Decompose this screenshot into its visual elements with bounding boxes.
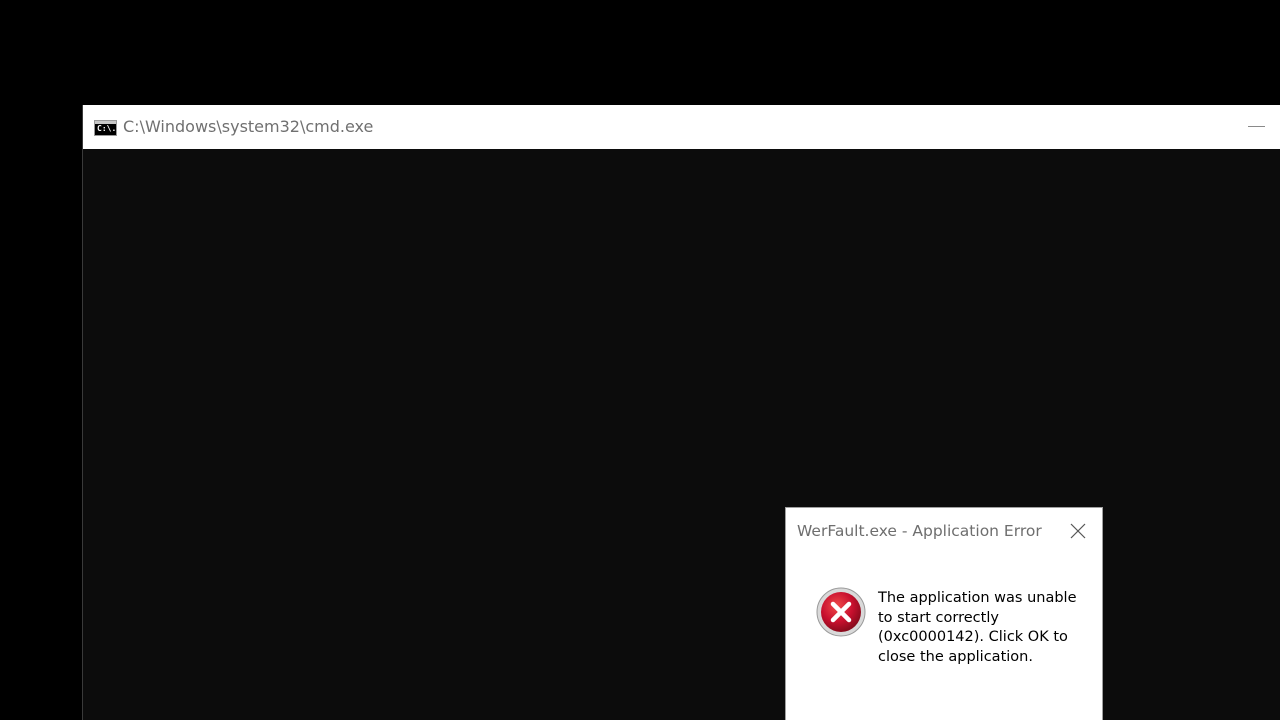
cmd-icon-glyph: C:\. [97, 124, 117, 133]
cmd-icon[interactable]: C:\. [94, 120, 117, 136]
minimize-button[interactable] [1235, 105, 1280, 149]
cmd-titlebar[interactable]: C:\. C:\Windows\system32\cmd.exe [83, 105, 1280, 149]
error-icon [816, 587, 866, 637]
cmd-window-title: C:\Windows\system32\cmd.exe [123, 117, 374, 136]
dialog-message: The application was unable to start corr… [878, 590, 1077, 665]
dialog-title: WerFault.exe - Application Error [797, 522, 1042, 540]
dialog-close-button[interactable] [1062, 516, 1094, 546]
desktop: C:\. C:\Windows\system32\cmd.exe WerFaul… [0, 0, 1280, 720]
error-dialog[interactable]: WerFault.exe - Application Error The app… [785, 507, 1103, 720]
minimize-icon [1248, 126, 1265, 127]
close-icon [1070, 523, 1086, 539]
